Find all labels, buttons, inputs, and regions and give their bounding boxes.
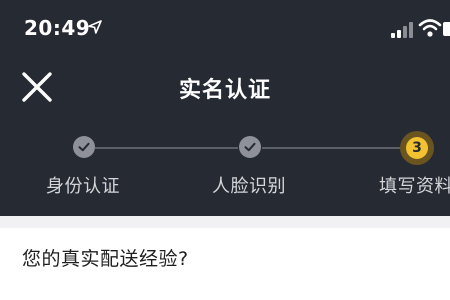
step-number: 3 <box>406 137 428 159</box>
step-label-identity: 身份认证 <box>46 176 120 197</box>
header: 20:49 实名认证 3 身份认证 人脸识别 填写资料 <box>0 0 450 216</box>
real-name-verification-screen: 20:49 实名认证 3 身份认证 人脸识别 填写资料 您的真实配送经验? <box>0 0 450 300</box>
check-icon <box>78 142 90 152</box>
battery-icon <box>443 22 450 36</box>
section-divider <box>0 216 450 228</box>
cellular-signal-icon <box>391 22 413 38</box>
status-time: 20:49 <box>24 16 91 40</box>
step-3-current-indicator: 3 <box>400 131 434 165</box>
step-2-done-indicator <box>239 136 261 158</box>
step-connector <box>95 147 238 149</box>
check-icon <box>244 142 256 152</box>
location-arrow-icon <box>88 20 102 34</box>
page-title: 实名认证 <box>178 78 271 103</box>
step-1-done-indicator <box>73 136 95 158</box>
step-label-info: 填写资料 <box>379 176 450 197</box>
wifi-icon <box>418 19 442 37</box>
step-connector <box>262 147 400 149</box>
question-label: 您的真实配送经验? <box>22 248 189 270</box>
step-label-face: 人脸识别 <box>212 176 286 197</box>
